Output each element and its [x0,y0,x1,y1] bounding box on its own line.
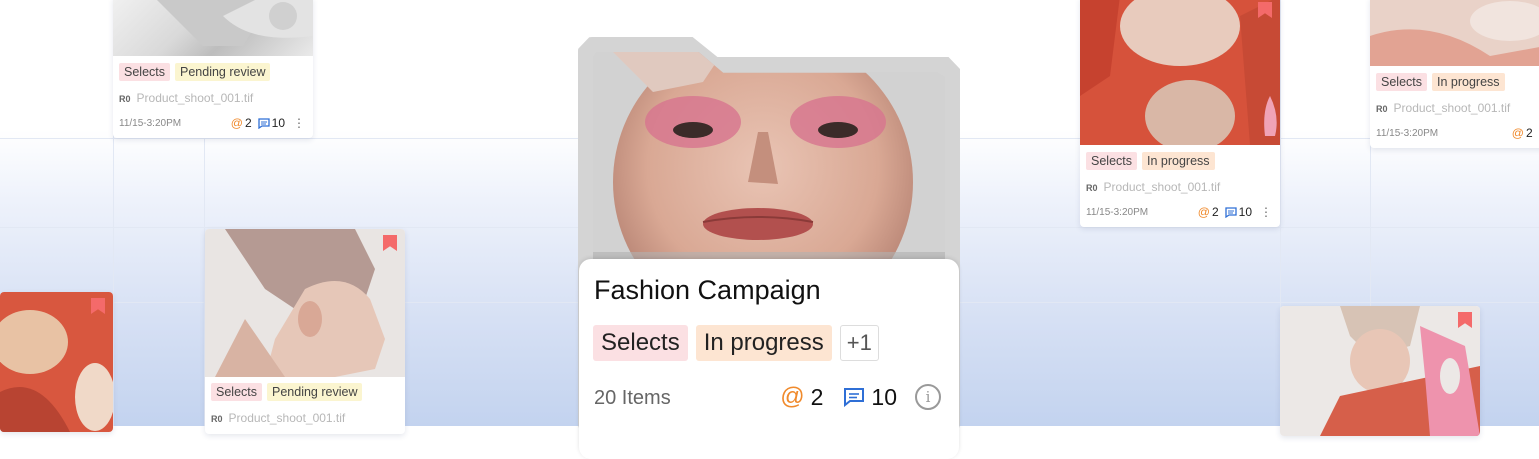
asset-card[interactable] [0,292,113,432]
at-icon: @ [1512,126,1524,140]
comments-count[interactable]: 10 [258,116,285,130]
at-icon: @ [231,116,243,130]
tag-selects[interactable]: Selects [593,325,688,361]
asset-card[interactable] [1280,306,1480,436]
more-options-icon[interactable]: ⋮ [1260,206,1272,218]
card-meta: 11/15-3:20PM @2 10 [1376,126,1539,140]
folder-counts: @ 2 10 i [780,383,941,411]
tag-in-progress[interactable]: In progress [696,325,832,361]
file-name: R0 Product_shoot_001.tif [1376,101,1510,115]
tag-selects[interactable]: Selects [119,63,170,81]
card-meta: 11/15-3:20PM @2 10 ⋮ [119,116,305,130]
mentions-count[interactable]: @2 [1512,126,1533,140]
at-icon: @ [1198,205,1210,219]
tag-pending-review[interactable]: Pending review [175,63,270,81]
file-name-text: Product_shoot_001.tif [1104,180,1221,194]
card-meta: 11/15-3:20PM @2 10 ⋮ [1086,205,1272,219]
comments-count[interactable]: 10 [871,384,897,411]
tag-in-progress[interactable]: In progress [1142,152,1215,170]
tag-selects[interactable]: Selects [1086,152,1137,170]
item-count: 20 Items [594,387,671,410]
file-name-text: Product_shoot_001.tif [1394,101,1511,115]
file-name: R0 Product_shoot_001.tif [1086,180,1220,194]
file-name-text: Product_shoot_001.tif [137,91,254,105]
tag-selects[interactable]: Selects [211,383,262,401]
mentions-count[interactable]: @2 [231,116,252,130]
asset-card[interactable]: Selects Pending review R0 Product_shoot_0… [113,0,313,138]
version-label: R0 [119,94,131,104]
file-name-text: Product_shoot_001.tif [229,411,346,425]
version-label: R0 [1086,183,1098,193]
comment-icon [843,387,865,407]
folder-info-panel: Fashion Campaign Selects In progress +1 … [579,259,959,459]
mentions-count[interactable]: 2 [811,384,824,411]
asset-thumbnail-art [113,0,313,56]
asset-thumbnail [0,292,113,432]
folder-cover-art [593,52,945,282]
mentions-count[interactable]: @2 [1198,205,1219,219]
comments-value: 10 [272,116,285,130]
asset-thumbnail [1280,306,1480,436]
mentions-value: 2 [245,116,252,130]
version-label: R0 [1376,104,1388,114]
file-name: R0 Product_shoot_001.tif [211,411,345,425]
comments-count[interactable]: 10 [1225,205,1252,219]
more-tags-badge[interactable]: +1 [840,325,879,361]
timestamp: 11/15-3:20PM [119,118,225,129]
tag-selects[interactable]: Selects [1376,73,1427,91]
folder-title[interactable]: Fashion Campaign [594,275,821,306]
timestamp: 11/15-3:20PM [1376,128,1506,139]
at-icon: @ [780,383,804,411]
folder-cover-image [593,52,945,282]
file-name: R0 Product_shoot_001.tif [119,91,253,105]
asset-thumbnail [1370,0,1539,66]
asset-card[interactable]: Selects In progress R0 Product_shoot_001.… [1370,0,1539,148]
mentions-value: 2 [1212,205,1219,219]
asset-card[interactable]: Selects Pending review R0 Product_shoot_0… [205,229,405,434]
comments-value: 10 [1239,205,1252,219]
asset-card[interactable]: Selects In progress R0 Product_shoot_001.… [1080,0,1280,227]
comment-icon [1225,207,1237,218]
asset-thumbnail [113,0,313,56]
asset-thumbnail [205,229,405,377]
mentions-value: 2 [1526,126,1533,140]
asset-thumbnail [1080,0,1280,145]
comment-icon [258,118,270,129]
timestamp: 11/15-3:20PM [1086,207,1192,218]
tag-in-progress[interactable]: In progress [1432,73,1505,91]
tag-pending-review[interactable]: Pending review [267,383,362,401]
folder-card[interactable]: Fashion Campaign Selects In progress +1 … [578,37,960,457]
version-label: R0 [211,414,223,424]
info-icon[interactable]: i [915,384,941,410]
more-options-icon[interactable]: ⋮ [293,117,305,129]
